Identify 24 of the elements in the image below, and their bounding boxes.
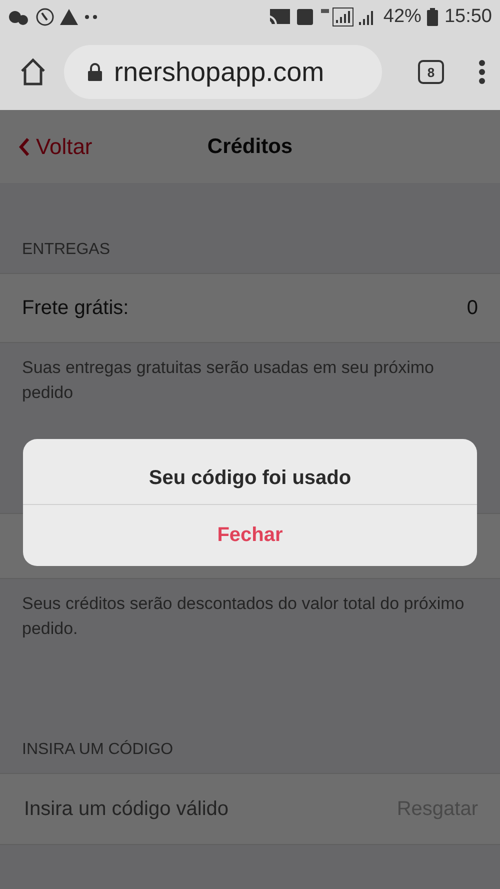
page-title: Créditos <box>206 134 294 158</box>
section-header: ENTREGAS <box>22 241 110 258</box>
clock: 15:50 <box>444 6 492 28</box>
tab-count-button[interactable]: 8 <box>418 60 444 84</box>
cast-icon <box>267 8 292 26</box>
battery-percent: 42% <box>383 6 422 28</box>
url-text: rnershopapp.com <box>114 56 324 88</box>
notification-icon <box>8 8 30 26</box>
menu-icon[interactable] <box>478 59 486 85</box>
dialog-message: Seu código foi usado <box>148 466 352 491</box>
section-header: INSIRA UM CÓDIGO <box>22 741 174 758</box>
warning-icon <box>60 9 78 25</box>
row-value: 0 <box>466 296 478 320</box>
sim-icon <box>297 9 314 25</box>
more-notifications-icon <box>84 14 98 20</box>
section-note: Seus créditos serão descontados do valor total do próximo pedido. <box>21 593 466 640</box>
lock-icon <box>88 63 102 81</box>
back-button[interactable]: Voltar <box>18 134 92 160</box>
row-label: Frete grátis: <box>22 296 129 320</box>
battery-icon <box>427 8 438 26</box>
close-button[interactable]: Fechar <box>23 504 477 566</box>
chevron-left-icon <box>18 136 30 156</box>
section-note: Suas entregas gratuitas serão usadas em seu próximo pedido <box>21 357 436 404</box>
address-bar[interactable]: rnershopapp.com <box>64 45 382 99</box>
